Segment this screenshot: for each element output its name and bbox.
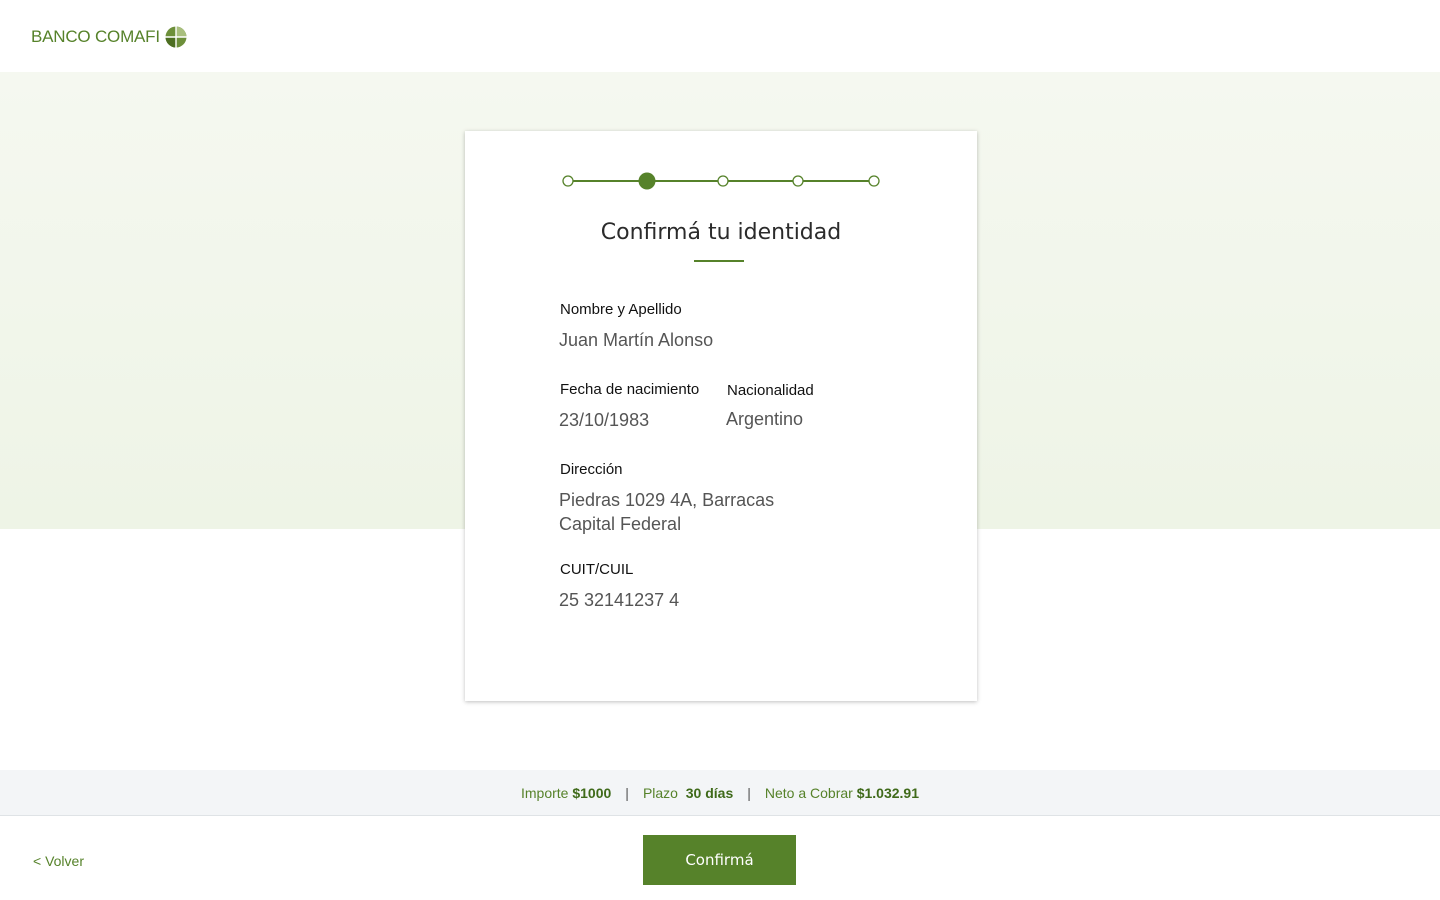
net-value: $1.032.91 (856, 784, 919, 801)
amount-value: $1000 (572, 784, 612, 801)
bank-logo-text: BANCO COMAFI (31, 27, 160, 46)
address-line-1: Piedras 1029 4A, Barracas (559, 490, 775, 510)
stepper-step-3 (717, 175, 729, 187)
progress-stepper (562, 172, 880, 190)
stepper-step-5 (868, 175, 880, 187)
birthdate-value: 23/10/1983 (559, 410, 650, 430)
name-label: Nombre y Apellido (560, 301, 682, 318)
net-label: Neto a Cobrar (764, 784, 853, 801)
back-link[interactable]: < Volver (33, 853, 84, 869)
birthdate-label: Fecha de nacimiento (560, 381, 700, 398)
comafi-globe-icon (165, 26, 187, 48)
nationality-value: Argentino (726, 409, 804, 429)
stepper-step-4 (792, 175, 804, 187)
address-label: Dirección (560, 461, 623, 478)
confirm-button[interactable]: Confirmá (643, 835, 796, 885)
stepper-step-1 (562, 175, 574, 187)
header: BANCO COMAFI (0, 0, 1440, 72)
nationality-label: Nacionalidad (727, 382, 814, 399)
summary-separator: | (747, 784, 751, 801)
term-label: Plazo (642, 784, 678, 801)
cuit-label: CUIT/CUIL (560, 561, 634, 578)
cuit-value: 25 32141237 4 (559, 590, 680, 610)
bank-logo[interactable]: BANCO COMAFI (31, 25, 187, 49)
term-value: 30 días (685, 784, 734, 801)
identity-card: Confirmá tu identidad Nombre y Apellido … (465, 131, 977, 701)
loan-summary-bar: Importe $1000 | Plazo 30 días | Neto a C… (0, 770, 1440, 816)
title-underline (694, 260, 744, 262)
page-title: Confirmá tu identidad (600, 220, 842, 245)
stepper-step-2-current (638, 172, 656, 190)
footer: < Volver Confirmá (0, 816, 1440, 900)
amount-label: Importe (521, 784, 569, 801)
name-value: Juan Martín Alonso (559, 330, 714, 350)
address-line-2: Capital Federal (559, 514, 682, 534)
summary-separator: | (625, 784, 629, 801)
